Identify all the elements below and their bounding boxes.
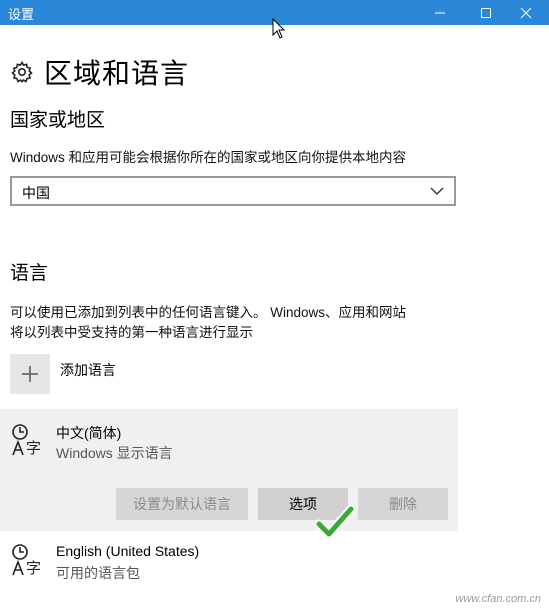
page-title: 区域和语言 bbox=[44, 58, 190, 89]
close-button[interactable] bbox=[503, 0, 549, 25]
svg-text:字: 字 bbox=[26, 439, 41, 457]
minimize-button[interactable] bbox=[417, 0, 463, 25]
region-section-title: 国家或地区 bbox=[10, 110, 106, 131]
window-title: 设置 bbox=[8, 7, 35, 22]
language-status: 可用的语言包 bbox=[56, 565, 140, 581]
country-region-dropdown[interactable]: 中国 bbox=[10, 176, 456, 206]
page-header: 区域和语言 bbox=[10, 52, 189, 92]
language-icon: 字 bbox=[12, 544, 41, 577]
mouse-cursor-icon bbox=[272, 18, 286, 39]
set-default-language-button[interactable]: 设置为默认语言 bbox=[116, 488, 248, 520]
language-description-line2: 将以列表中受支持的第一种语言进行显示 bbox=[10, 325, 253, 340]
watermark: www.cfan.com.cn bbox=[455, 593, 541, 605]
language-description-line1: 可以使用已添加到列表中的任何语言键入。 Windows、应用和网站 bbox=[10, 305, 407, 320]
language-section-title: 语言 bbox=[10, 263, 49, 284]
language-name: 中文(简体) bbox=[56, 425, 122, 441]
add-language-icon-box bbox=[10, 354, 50, 394]
add-language-label: 添加语言 bbox=[60, 362, 116, 378]
minimize-icon bbox=[435, 12, 445, 13]
close-icon bbox=[520, 7, 532, 18]
chevron-down-icon bbox=[430, 187, 444, 195]
gear-icon bbox=[11, 60, 33, 83]
country-region-value: 中国 bbox=[22, 185, 50, 201]
maximize-icon bbox=[481, 7, 491, 18]
checkmark-icon bbox=[316, 505, 354, 539]
region-description: Windows 和应用可能会根据你所在的国家或地区向你提供本地内容 bbox=[10, 150, 407, 165]
language-name[interactable]: English (United States) bbox=[56, 543, 199, 559]
language-icon: 字 bbox=[12, 424, 41, 457]
language-status: Windows 显示语言 bbox=[56, 445, 173, 461]
plus-icon bbox=[22, 366, 38, 382]
add-language-button[interactable]: 添加语言 bbox=[10, 354, 116, 394]
remove-button[interactable]: 删除 bbox=[358, 488, 448, 520]
svg-text:字: 字 bbox=[26, 559, 41, 577]
